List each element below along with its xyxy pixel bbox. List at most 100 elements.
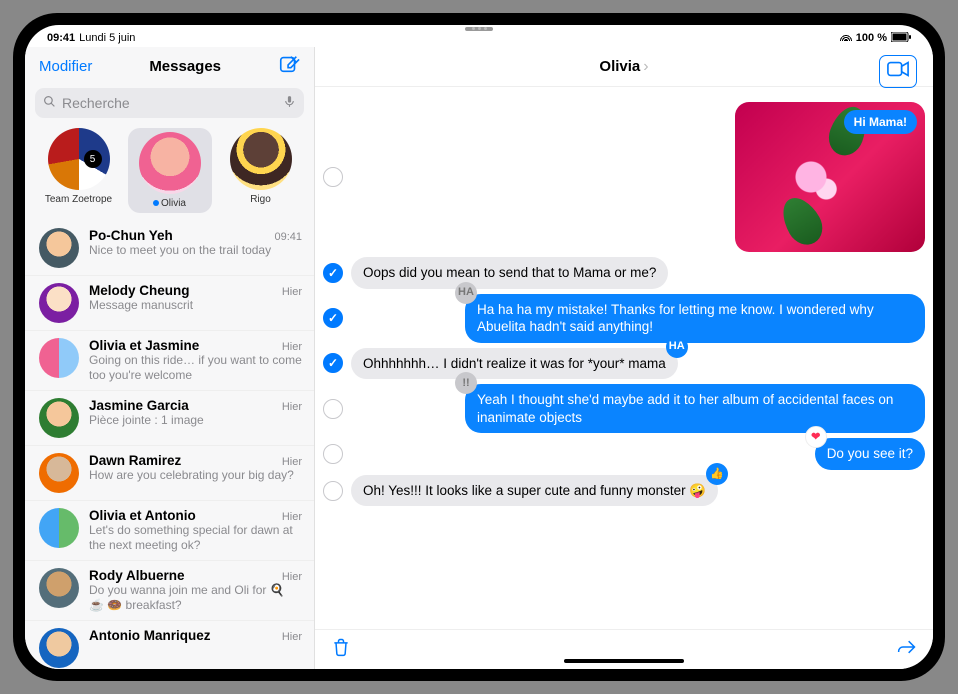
conversation-name: Melody Cheung [89, 283, 190, 298]
pinned-row: Team Zoetrope Olivia Rigo [25, 124, 314, 221]
message-row[interactable]: Oops did you mean to send that to Mama o… [323, 257, 925, 289]
conversation-item[interactable]: Antonio Manriquez Hier [25, 621, 314, 669]
message-text: Yeah I thought she'd maybe add it to her… [477, 392, 893, 425]
battery-icon [891, 32, 911, 45]
screen: 09:41 Lundi 5 juin 100 % Modifier Messag… [25, 25, 933, 669]
message-row[interactable]: 👍Oh! Yes!!! It looks like a super cute a… [323, 475, 925, 507]
avatar [39, 453, 79, 493]
pinned-label: Olivia [153, 198, 186, 209]
pinned-label: Team Zoetrope [45, 194, 112, 205]
select-circle[interactable] [323, 353, 343, 373]
unread-dot [153, 200, 159, 206]
conversation-name: Jasmine Garcia [89, 398, 189, 413]
conversation-time: Hier [282, 631, 302, 643]
conversation-item[interactable]: Dawn Ramirez Hier How are you celebratin… [25, 446, 314, 501]
conversation-name: Olivia et Jasmine [89, 338, 199, 353]
conversation-name: Olivia et Antonio [89, 508, 196, 523]
conversation-item[interactable]: Po-Chun Yeh 09:41 Nice to meet you on th… [25, 221, 314, 276]
conversation-time: Hier [282, 456, 302, 468]
selection-toolbar [315, 629, 933, 669]
message-row[interactable]: HAOhhhhhhh… I didn't realize it was for … [323, 348, 925, 380]
conversation-item[interactable]: Jasmine Garcia Hier Pièce jointe : 1 ima… [25, 391, 314, 446]
conversation-name: Dawn Ramirez [89, 453, 181, 468]
tapback-haha-icon[interactable]: HA [455, 282, 477, 304]
select-circle[interactable] [323, 308, 343, 328]
status-date: Lundi 5 juin [79, 32, 135, 44]
battery-percent: 100 % [856, 32, 887, 44]
edit-button[interactable]: Modifier [39, 58, 92, 75]
image-attachment[interactable]: Hi Mama! [735, 102, 925, 252]
messages-scroll[interactable]: Hi Mama! Oops did you mean to send that … [315, 87, 933, 629]
facetime-button[interactable] [879, 55, 917, 88]
image-caption-bubble: Hi Mama! [844, 110, 917, 134]
conversation-item[interactable]: Olivia et Jasmine Hier Going on this rid… [25, 331, 314, 391]
select-circle[interactable] [323, 263, 343, 283]
select-circle[interactable] [323, 444, 343, 464]
message-row[interactable]: !!Yeah I thought she'd maybe add it to h… [323, 384, 925, 433]
select-circle[interactable] [323, 167, 343, 187]
pinned-label: Rigo [250, 194, 271, 205]
message-bubble[interactable]: ❤Do you see it? [815, 438, 925, 470]
message-text: Oh! Yes!!! It looks like a super cute an… [363, 483, 706, 498]
compose-icon[interactable] [278, 53, 300, 80]
conversation-preview: Message manuscrit [89, 298, 302, 313]
conversation-list[interactable]: Po-Chun Yeh 09:41 Nice to meet you on th… [25, 221, 314, 669]
message-bubble[interactable]: HAHa ha ha my mistake! Thanks for lettin… [465, 294, 925, 343]
search-input[interactable]: Recherche [35, 88, 304, 118]
conversation-preview: Nice to meet you on the trail today [89, 243, 302, 258]
conversation-item[interactable]: Rody Albuerne Hier Do you wanna join me … [25, 561, 314, 621]
multitask-dots[interactable] [465, 27, 493, 31]
message-row[interactable]: Hi Mama! [323, 102, 925, 252]
avatar [39, 338, 79, 378]
tapback-like-icon[interactable]: 👍 [706, 463, 728, 485]
conversation-preview: Let's do something special for dawn at t… [89, 523, 302, 553]
conversation-item[interactable]: Olivia et Antonio Hier Let's do somethin… [25, 501, 314, 561]
message-thread: Olivia › Hi Mama! [315, 47, 933, 669]
dictate-icon[interactable] [283, 94, 296, 112]
conversation-item[interactable]: Melody Cheung Hier Message manuscrit [25, 276, 314, 331]
message-text: Ha ha ha my mistake! Thanks for letting … [477, 302, 874, 335]
message-row[interactable]: ❤Do you see it? [323, 438, 925, 470]
select-circle[interactable] [323, 399, 343, 419]
conversation-time: 09:41 [274, 231, 302, 243]
tapback-exclaim-icon[interactable]: !! [455, 372, 477, 394]
avatar [39, 628, 79, 668]
avatar [39, 508, 79, 548]
select-circle[interactable] [323, 481, 343, 501]
message-bubble[interactable]: Oops did you mean to send that to Mama o… [351, 257, 668, 289]
message-bubble[interactable]: !!Yeah I thought she'd maybe add it to h… [465, 384, 925, 433]
message-text: Do you see it? [827, 446, 913, 461]
conversation-time: Hier [282, 401, 302, 413]
home-indicator[interactable] [564, 659, 684, 663]
delete-button[interactable] [331, 637, 351, 662]
avatar [39, 283, 79, 323]
conversation-name: Po-Chun Yeh [89, 228, 173, 243]
thread-header[interactable]: Olivia › [315, 47, 933, 87]
sidebar-title: Messages [149, 58, 221, 75]
pinned-contact[interactable]: Olivia [128, 128, 212, 213]
conversation-name: Rody Albuerne [89, 568, 185, 583]
pinned-contact[interactable]: Team Zoetrope [37, 128, 121, 213]
tapback-haha-icon[interactable]: HA [666, 336, 688, 358]
thread-title: Olivia [599, 58, 640, 75]
wifi-icon [840, 32, 852, 44]
message-bubble[interactable]: HAOhhhhhhh… I didn't realize it was for … [351, 348, 678, 380]
message-text: Oops did you mean to send that to Mama o… [363, 265, 656, 280]
chevron-right-icon: › [643, 58, 648, 76]
forward-button[interactable] [897, 637, 917, 662]
conversation-preview: Do you wanna join me and Oli for 🍳 ☕ 🍩 b… [89, 583, 302, 613]
avatar [139, 132, 201, 194]
pinned-contact[interactable]: Rigo [219, 128, 303, 213]
conversation-name: Antonio Manriquez [89, 628, 211, 643]
avatar [230, 128, 292, 190]
clock: 09:41 [47, 32, 75, 44]
message-row[interactable]: HAHa ha ha my mistake! Thanks for lettin… [323, 294, 925, 343]
message-bubble[interactable]: 👍Oh! Yes!!! It looks like a super cute a… [351, 475, 718, 507]
conversation-time: Hier [282, 571, 302, 583]
tapback-heart-icon[interactable]: ❤ [805, 426, 827, 448]
conversation-time: Hier [282, 341, 302, 353]
search-placeholder: Recherche [62, 95, 130, 111]
message-text: Ohhhhhhh… I didn't realize it was for *y… [363, 356, 666, 371]
avatar [48, 128, 110, 190]
avatar [39, 228, 79, 268]
